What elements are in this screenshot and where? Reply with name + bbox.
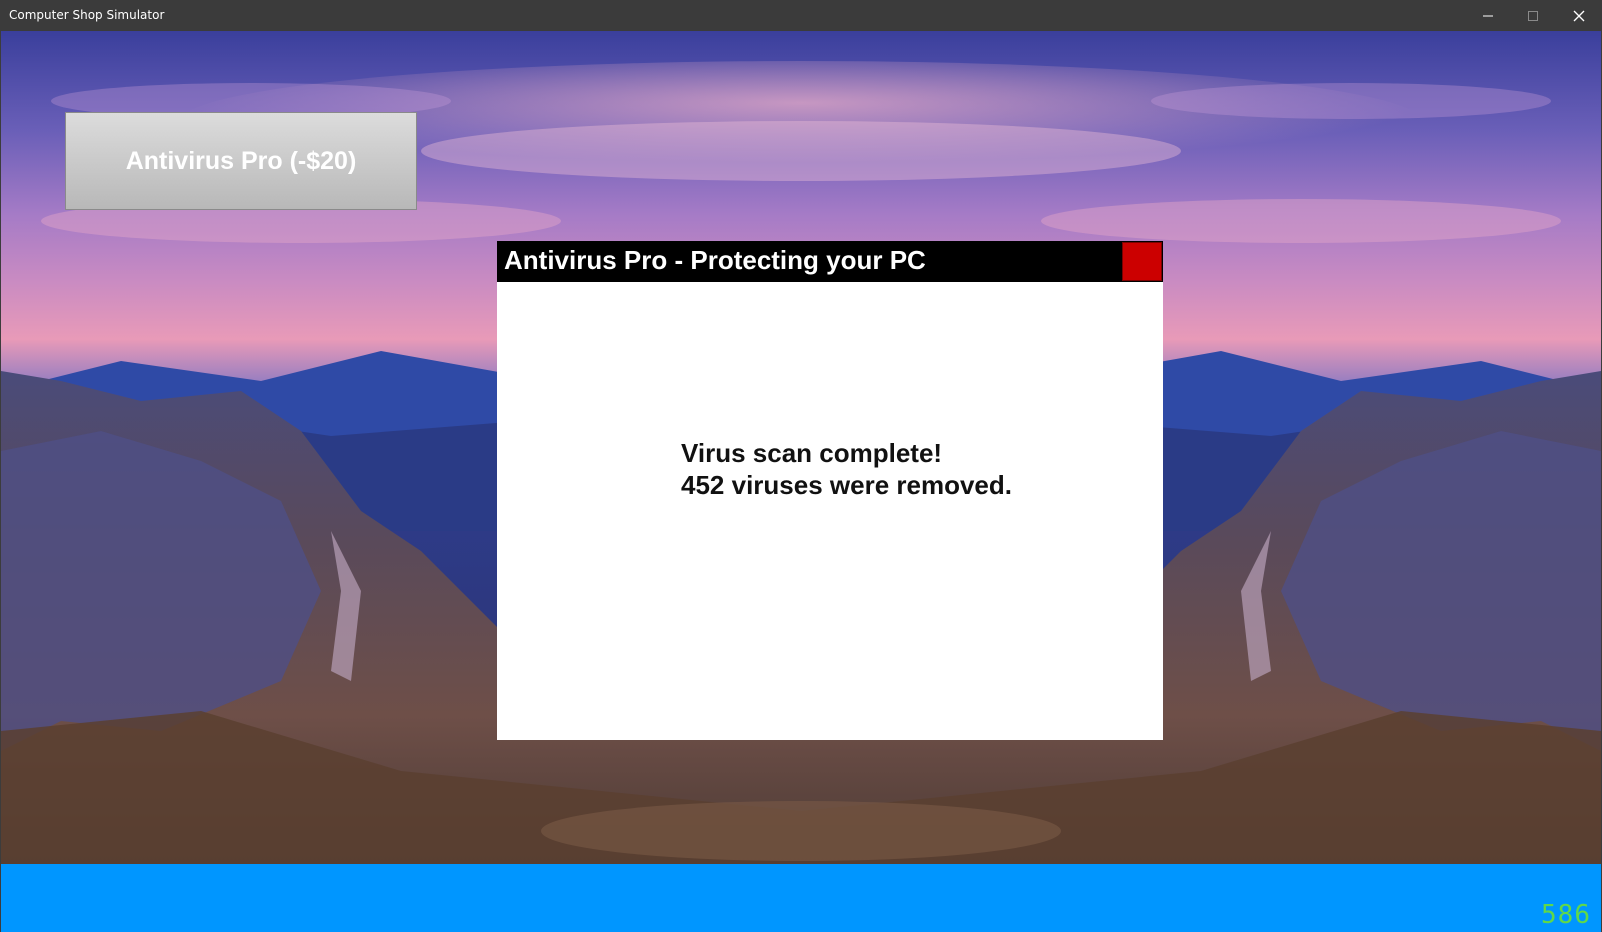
minimize-button[interactable]	[1465, 0, 1511, 31]
window-titlebar: Computer Shop Simulator	[0, 0, 1602, 31]
maximize-button[interactable]	[1510, 0, 1556, 31]
bottom-status-bar: 586	[1, 864, 1601, 932]
window-close-button[interactable]	[1556, 0, 1602, 31]
buy-antivirus-label: Antivirus Pro (-$20)	[125, 146, 357, 175]
viruses-removed-text: 452 viruses were removed.	[681, 470, 1012, 500]
buy-antivirus-button[interactable]: Antivirus Pro (-$20)	[65, 112, 417, 210]
antivirus-popup: Antivirus Pro - Protecting your PC Virus…	[497, 241, 1163, 740]
app-window: Computer Shop Simulator Antivirus Pro (-…	[0, 0, 1602, 932]
popup-title: Antivirus Pro - Protecting your PC	[504, 245, 926, 275]
popup-header: Antivirus Pro - Protecting your PC	[497, 241, 1163, 282]
frame-counter: 586	[1541, 900, 1591, 930]
maximize-icon	[1528, 10, 1538, 21]
minimize-icon	[1483, 15, 1493, 16]
window-title: Computer Shop Simulator	[9, 8, 165, 22]
scan-complete-text: Virus scan complete!	[681, 438, 943, 468]
close-icon	[1573, 10, 1585, 21]
scan-result-message: Virus scan complete! 452 viruses were re…	[681, 437, 1012, 501]
popup-close-button[interactable]	[1122, 242, 1162, 281]
